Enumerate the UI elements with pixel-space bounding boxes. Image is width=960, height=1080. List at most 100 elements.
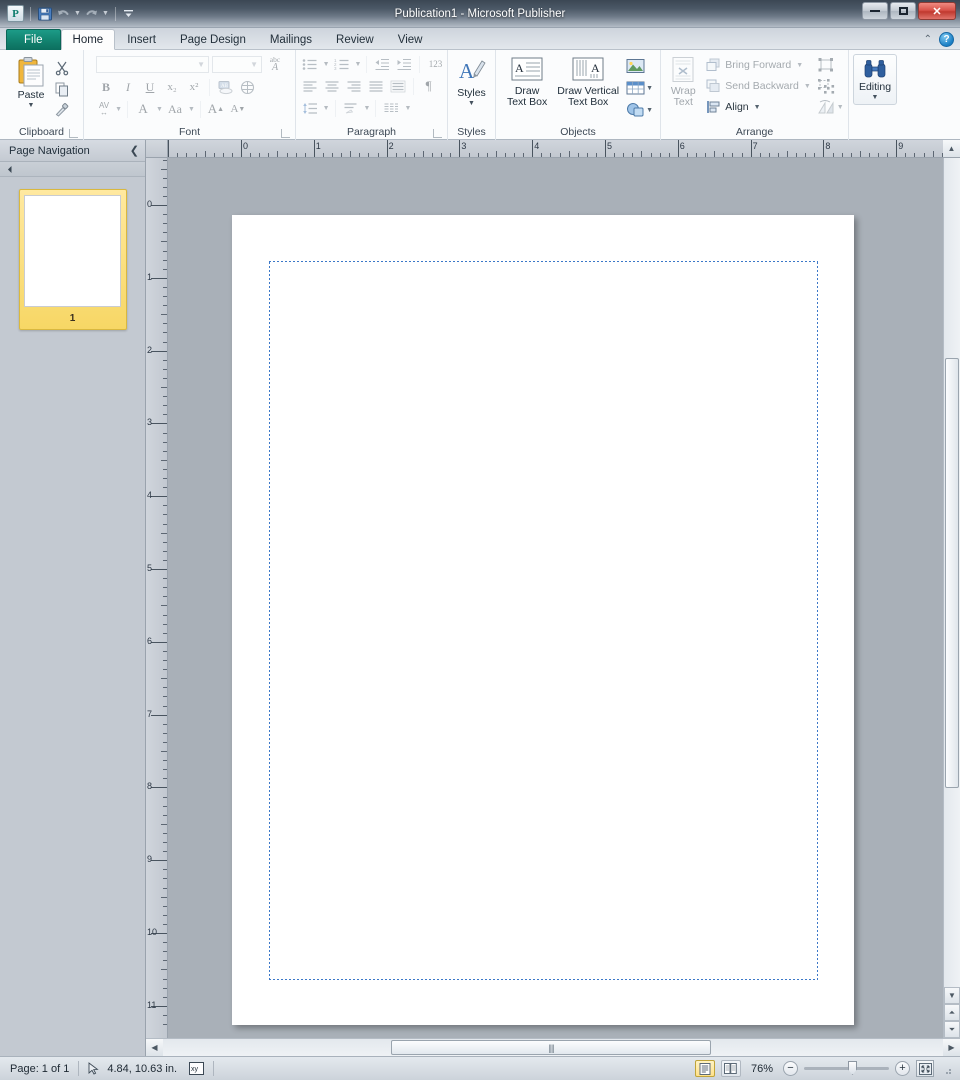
zoom-out-button[interactable]: − <box>783 1061 798 1076</box>
subscript-button[interactable]: x₂ <box>162 77 182 97</box>
align-right-button[interactable] <box>344 76 364 96</box>
scroll-down-button[interactable]: ▼ <box>944 987 960 1004</box>
vertical-scrollbar[interactable]: ▼ ⏶ ⏷ <box>943 158 960 1038</box>
page-navigation-subheader[interactable] <box>0 162 145 177</box>
decrease-indent-button[interactable] <box>372 54 392 74</box>
font-dialog-launcher[interactable] <box>281 129 290 138</box>
shapes-button[interactable] <box>625 100 645 120</box>
numbering-style-button[interactable]: 123 <box>425 54 445 74</box>
save-icon[interactable] <box>37 6 53 22</box>
bold-button[interactable]: B <box>96 77 116 97</box>
copy-button[interactable] <box>52 79 72 99</box>
draw-vertical-text-box-button[interactable]: A Draw Vertical Text Box <box>553 54 623 110</box>
picture-button[interactable] <box>625 56 645 76</box>
tab-file[interactable]: File <box>6 29 61 50</box>
spacing-special-button[interactable] <box>237 77 257 97</box>
text-effects-button[interactable]: AB <box>215 77 235 97</box>
bullets-caret-icon[interactable]: ▼ <box>323 61 330 68</box>
scroll-up-button[interactable]: ▲ <box>943 140 960 158</box>
editing-button[interactable]: Editing ▼ <box>852 54 898 105</box>
vertical-scroll-thumb[interactable] <box>945 358 959 788</box>
superscript-button[interactable]: x² <box>184 77 204 97</box>
collapse-pane-icon[interactable]: ❮ <box>130 144 139 157</box>
page-indicator[interactable]: Page: 1 of 1 <box>10 1063 69 1075</box>
fit-page-to-window-button[interactable] <box>916 1060 934 1077</box>
send-backward-caret-icon[interactable]: ▼ <box>804 83 811 90</box>
ruler-corner[interactable] <box>146 140 168 158</box>
line-spacing-button[interactable] <box>300 98 320 118</box>
redo-dropdown-caret-icon[interactable]: ▼ <box>102 10 109 17</box>
line-spacing-caret-icon[interactable]: ▼ <box>323 105 330 112</box>
scroll-right-button[interactable]: ▶ <box>943 1039 960 1056</box>
tab-view[interactable]: View <box>386 29 435 50</box>
styles-button[interactable]: A Styles ▼ <box>453 54 491 109</box>
justify-button[interactable] <box>366 76 386 96</box>
shapes-caret-icon[interactable]: ▼ <box>646 107 653 114</box>
horizontal-ruler[interactable]: 0 1 2 3 4 5 6 7 8 9 <box>168 140 943 158</box>
zoom-slider[interactable] <box>804 1061 889 1075</box>
hyphenation-button[interactable] <box>341 98 361 118</box>
bring-forward-caret-icon[interactable]: ▼ <box>796 62 803 69</box>
italic-button[interactable]: I <box>118 77 138 97</box>
two-page-spread-button[interactable] <box>720 1060 741 1077</box>
close-button[interactable]: ✕ <box>918 2 956 20</box>
paragraph-dialog-launcher[interactable] <box>433 129 442 138</box>
zoom-in-button[interactable]: + <box>895 1061 910 1076</box>
wrap-text-button[interactable]: Wrap Text <box>665 54 701 110</box>
zoom-level-label[interactable]: 76% <box>751 1063 773 1075</box>
clipboard-dialog-launcher[interactable] <box>69 129 78 138</box>
show-formatting-marks-button[interactable]: ¶ <box>419 76 439 96</box>
columns-caret-icon[interactable]: ▼ <box>404 105 411 112</box>
table-button[interactable] <box>625 78 645 98</box>
publisher-logo-icon[interactable]: P <box>7 5 24 22</box>
format-painter-button[interactable] <box>52 100 72 120</box>
font-color-caret-icon[interactable]: ▼ <box>156 106 163 113</box>
underline-button[interactable]: U <box>140 77 160 97</box>
rotate-caret-icon[interactable]: ▼ <box>837 104 844 111</box>
zoom-slider-handle[interactable] <box>848 1061 857 1075</box>
editing-dropdown-caret-icon[interactable]: ▼ <box>872 94 879 101</box>
paste-button[interactable]: Paste ▼ <box>11 54 51 120</box>
font-color-button[interactable]: A <box>133 99 153 119</box>
horizontal-scroll-track[interactable]: |||| <box>163 1039 943 1056</box>
group-button[interactable] <box>816 55 836 75</box>
align-button[interactable]: Align ▼ <box>703 97 813 117</box>
bullets-button[interactable] <box>300 54 320 74</box>
send-backward-button[interactable]: Send Backward ▼ <box>703 76 813 96</box>
bring-forward-button[interactable]: Bring Forward ▼ <box>703 55 813 75</box>
draw-text-box-button[interactable]: A Draw Text Box <box>503 54 551 110</box>
next-page-button[interactable]: ⏷ <box>944 1021 960 1038</box>
maximize-button[interactable] <box>890 2 916 20</box>
collapse-ribbon-icon[interactable]: ⌃ <box>924 34 932 45</box>
help-icon[interactable]: ? <box>939 32 954 47</box>
paste-dropdown-caret-icon[interactable]: ▼ <box>28 102 35 109</box>
styles-dropdown-caret-icon[interactable]: ▼ <box>468 100 475 107</box>
character-spacing-caret-icon[interactable]: ▼ <box>115 106 122 113</box>
horizontal-scroll-thumb[interactable]: |||| <box>391 1040 711 1055</box>
redo-icon[interactable] <box>84 6 99 21</box>
resize-grip-icon[interactable] <box>942 1063 952 1075</box>
align-caret-icon[interactable]: ▼ <box>754 104 761 111</box>
numbering-caret-icon[interactable]: ▼ <box>355 61 362 68</box>
tab-mailings[interactable]: Mailings <box>258 29 324 50</box>
undo-icon[interactable] <box>56 6 71 21</box>
clear-formatting-button[interactable]: abc A <box>265 54 285 74</box>
object-size-icon[interactable]: xy <box>189 1062 205 1075</box>
change-case-button[interactable]: Aa <box>165 99 185 119</box>
character-spacing-button[interactable]: AV ↔ <box>96 99 112 119</box>
tab-home[interactable]: Home <box>60 29 116 50</box>
table-caret-icon[interactable]: ▼ <box>646 85 653 92</box>
cut-button[interactable] <box>52 58 72 78</box>
publication-page[interactable] <box>232 215 854 1025</box>
vertical-ruler[interactable]: 0 1 2 3 4 5 6 7 8 9 10 11 <box>146 158 168 1038</box>
minimize-button[interactable] <box>862 2 888 20</box>
rotate-button[interactable] <box>816 97 836 117</box>
font-name-input[interactable]: ▼ <box>96 55 209 73</box>
shrink-font-button[interactable]: A ▼ <box>228 99 248 119</box>
undo-dropdown-caret-icon[interactable]: ▼ <box>74 10 81 17</box>
numbering-button[interactable]: 123 <box>332 54 352 74</box>
font-size-input[interactable]: ▼ <box>212 55 262 73</box>
increase-indent-button[interactable] <box>394 54 414 74</box>
scroll-left-button[interactable]: ◀ <box>146 1039 163 1056</box>
tab-page-design[interactable]: Page Design <box>168 29 258 50</box>
